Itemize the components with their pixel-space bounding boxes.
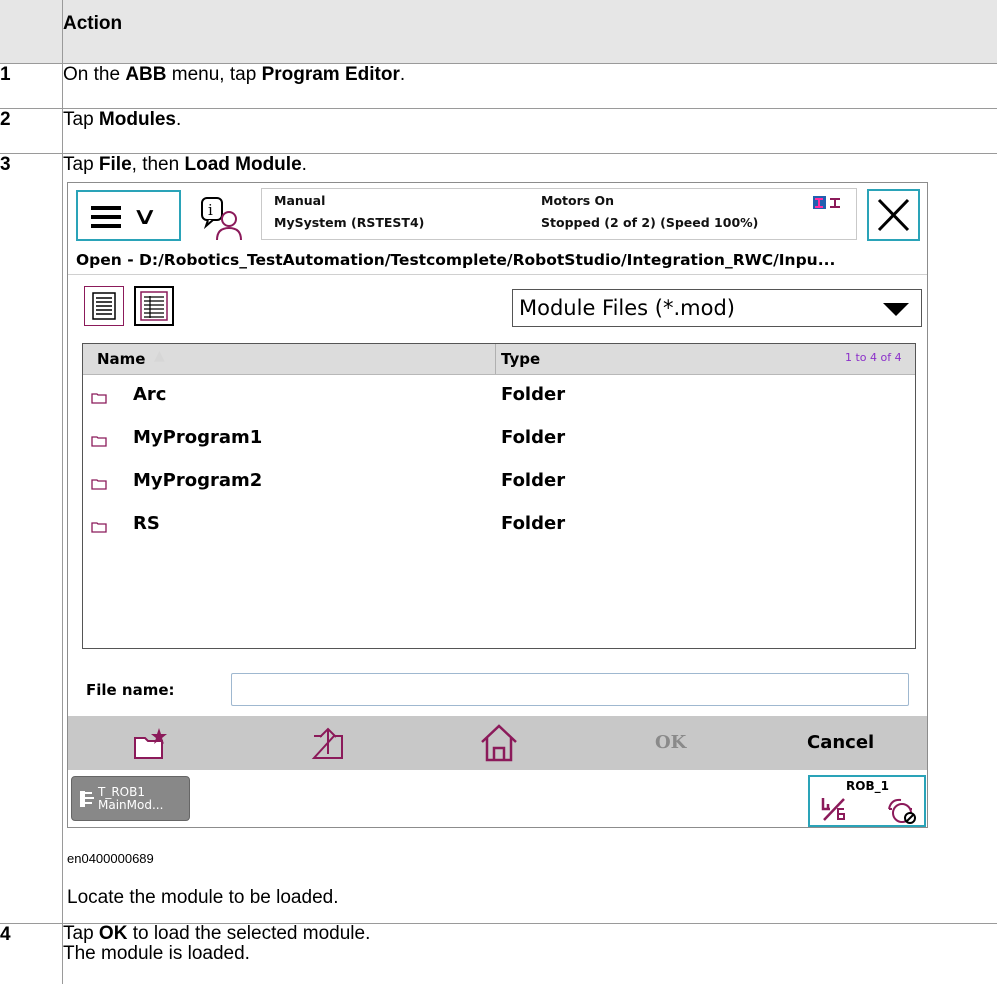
step-number: 4 <box>0 923 63 984</box>
step-text: On the ABB menu, tap Program Editor. <box>62 63 997 109</box>
item-name: MyProgram1 <box>133 427 263 448</box>
item-name: RS <box>133 513 160 534</box>
new-folder-icon[interactable] <box>132 726 172 762</box>
sort-ascending-icon: ▲ <box>154 348 165 364</box>
increment-icon <box>888 798 916 824</box>
folder-icon <box>91 393 107 404</box>
motors-state: Motors On <box>541 193 615 208</box>
file-type-value: Module Files (*.mod) <box>519 296 735 320</box>
list-view-button[interactable] <box>84 286 124 326</box>
program-icon <box>80 791 94 807</box>
system-name: MySystem (RSTEST4) <box>274 215 425 230</box>
step-result: The module is loaded. <box>63 943 250 964</box>
column-header-type[interactable]: Type <box>501 350 540 368</box>
column-header-name[interactable]: Name <box>97 350 145 368</box>
step-text: Tap OK to load the selected module. The m… <box>63 923 371 964</box>
folder-icon <box>91 436 107 447</box>
item-type: Folder <box>501 513 566 534</box>
item-type: Folder <box>501 427 566 448</box>
task-button[interactable]: T_ROB1 MainMod... <box>71 776 190 821</box>
item-name: MyProgram2 <box>133 470 263 491</box>
svg-text:i: i <box>208 201 213 219</box>
file-name-label: File name: <box>86 681 175 699</box>
item-type: Folder <box>501 470 566 491</box>
path-bar: Open - D:/Robotics_TestAutomation/Testco… <box>68 251 927 275</box>
event-log-icon[interactable]: i <box>199 195 249 241</box>
step-number: 2 <box>0 108 63 154</box>
item-count: 1 to 4 of 4 <box>845 351 902 364</box>
list-view-icon <box>92 292 116 320</box>
table-row: 2 Tap Modules. <box>0 108 997 154</box>
robot-status-icon <box>813 196 840 209</box>
chevron-down-icon: ∨ <box>131 202 158 230</box>
cancel-button[interactable]: Cancel <box>807 732 874 753</box>
task-module: MainMod... <box>98 798 164 812</box>
file-list[interactable]: Name ▲ Type 1 to 4 of 4 Arc Folder MyPro… <box>82 343 916 649</box>
item-type: Folder <box>501 384 566 405</box>
table-row: 1 On the ABB menu, tap Program Editor. <box>0 63 997 109</box>
list-item[interactable]: MyProgram1 Folder <box>83 417 915 461</box>
folder-icon <box>91 522 107 533</box>
list-header: Name ▲ Type 1 to 4 of 4 <box>83 344 915 375</box>
operating-mode: Manual <box>274 193 326 208</box>
command-bar: OK Cancel <box>68 716 927 770</box>
task-bar: T_ROB1 MainMod... ROB_1 <box>68 773 927 827</box>
ok-button[interactable]: OK <box>655 732 686 753</box>
hamburger-icon <box>91 206 121 228</box>
detail-view-icon <box>140 291 168 321</box>
list-item[interactable]: MyProgram2 Folder <box>83 460 915 504</box>
table-row: 4 Tap OK to load the selected module. The… <box>0 923 997 984</box>
step-text: Tap Modules. <box>62 108 997 154</box>
robot-name: ROB_1 <box>846 779 889 793</box>
dropdown-arrow-icon <box>883 303 909 316</box>
top-bar: ∨ i Manual MySystem (RSTEST4) Motors On … <box>68 183 927 247</box>
step-number: 3 <box>0 153 63 924</box>
step-number: 1 <box>0 63 63 109</box>
detail-view-button[interactable] <box>134 286 174 326</box>
list-item[interactable]: RS Folder <box>83 503 915 547</box>
close-icon <box>877 198 910 232</box>
home-icon[interactable] <box>478 722 520 764</box>
quickset-button[interactable]: ROB_1 <box>808 775 926 827</box>
flexpendant-screen: ∨ i Manual MySystem (RSTEST4) Motors On … <box>67 182 928 828</box>
abb-menu-button[interactable]: ∨ <box>76 190 181 241</box>
program-state: Stopped (2 of 2) (Speed 100%) <box>541 215 759 230</box>
step-note: Locate the module to be loaded. <box>67 887 339 908</box>
list-item[interactable]: Arc Folder <box>83 374 915 418</box>
table-header: Action <box>0 0 997 64</box>
file-type-dropdown[interactable]: Module Files (*.mod) <box>512 289 922 327</box>
close-button[interactable] <box>867 189 920 241</box>
figure-caption: en0400000689 <box>67 851 154 866</box>
header-action: Action <box>62 0 997 64</box>
item-name: Arc <box>133 384 167 405</box>
folder-up-icon[interactable] <box>308 724 348 762</box>
status-panel[interactable]: Manual MySystem (RSTEST4) Motors On Stop… <box>261 188 857 240</box>
axis-1-6-icon <box>821 798 845 821</box>
folder-icon <box>91 479 107 490</box>
file-name-input[interactable] <box>231 673 909 706</box>
document: Action 1 On the ABB menu, tap Program Ed… <box>0 0 997 985</box>
